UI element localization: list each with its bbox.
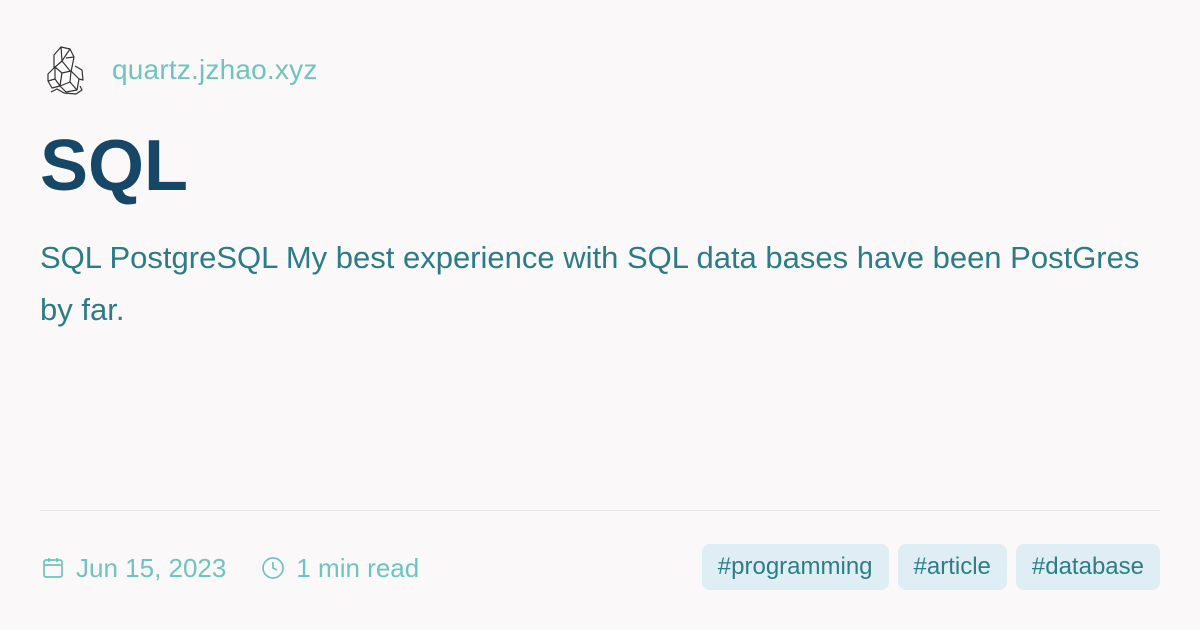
page-title: SQL [40, 126, 189, 206]
calendar-icon [40, 555, 66, 581]
tag-list: #programming #article #database [693, 544, 1160, 590]
reading-time-text: 1 min read [296, 552, 420, 583]
page-description: SQL PostgreSQL My best experience with S… [40, 240, 1140, 327]
site-header: quartz.jzhao.xyz [44, 40, 318, 100]
date: Jun 15, 2023 [40, 553, 226, 584]
divider [40, 510, 1160, 511]
date-text: Jun 15, 2023 [76, 552, 227, 583]
site-name[interactable]: quartz.jzhao.xyz [112, 54, 318, 86]
clock-icon [260, 555, 286, 581]
crystal-logo-icon [44, 42, 92, 98]
metadata-row: Jun 15, 2023 1 min read [40, 548, 419, 588]
reading-time: 1 min read [260, 553, 419, 584]
tag-article[interactable]: #article [897, 544, 1007, 590]
tag-programming[interactable]: #programming [701, 544, 889, 590]
tag-database[interactable]: #database [1015, 544, 1160, 590]
